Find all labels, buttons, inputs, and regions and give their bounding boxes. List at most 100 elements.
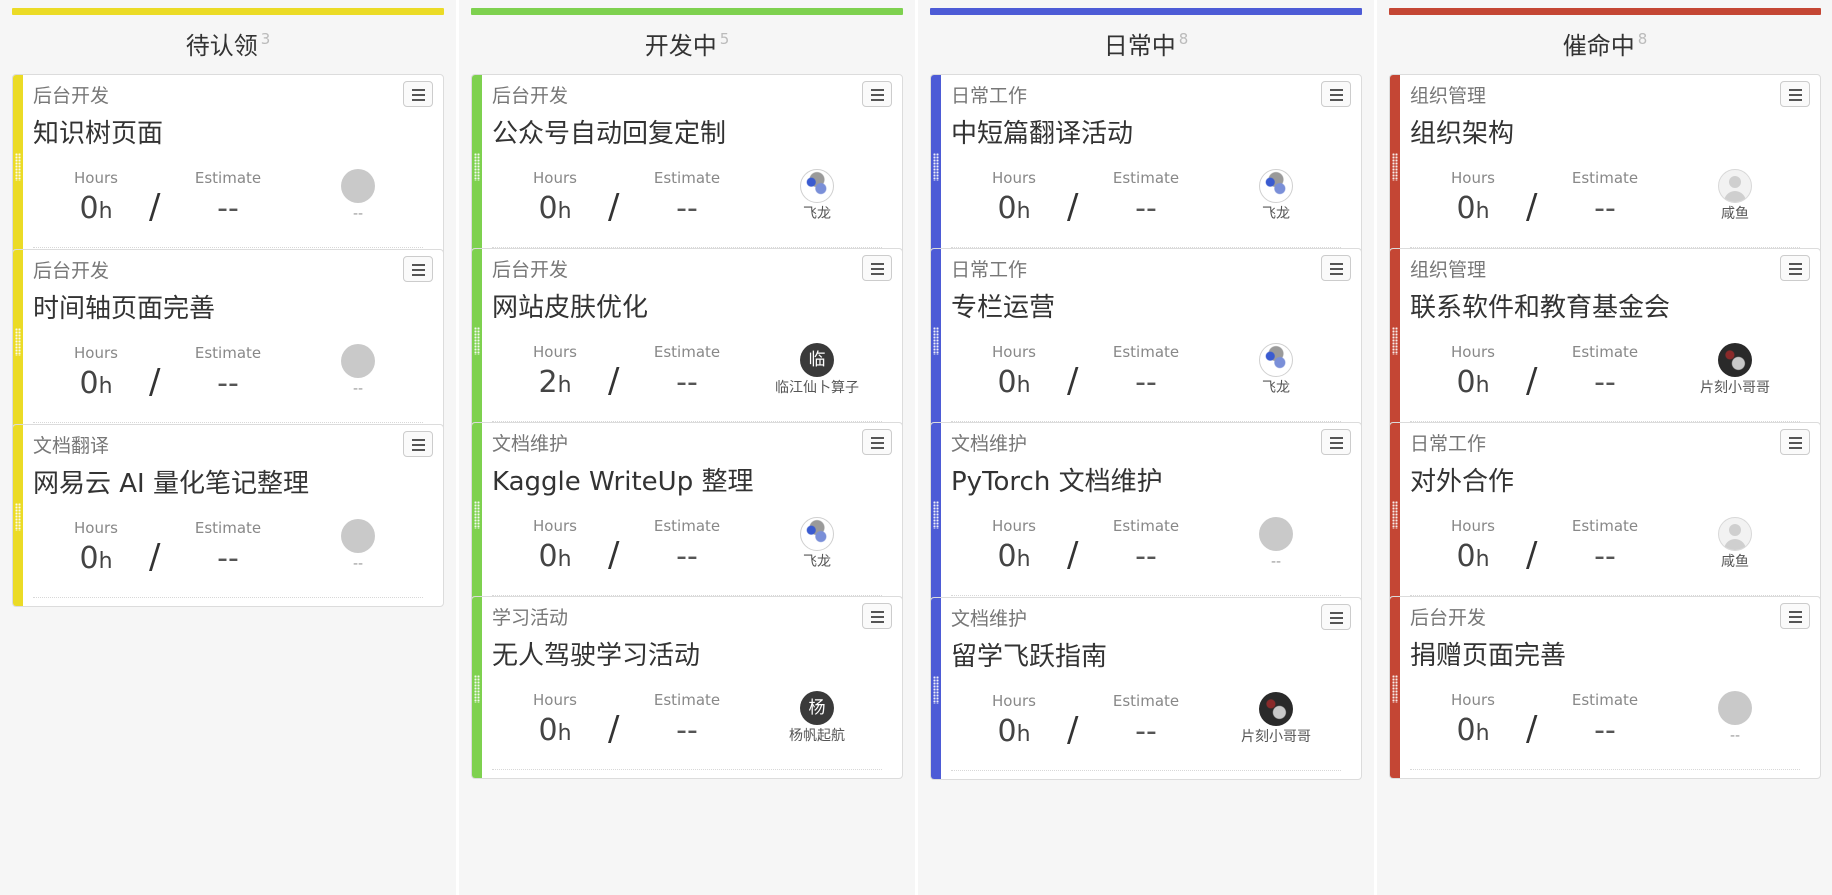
- card-title[interactable]: 时间轴页面完善: [33, 292, 393, 326]
- drag-handle-icon[interactable]: [933, 501, 939, 529]
- assignee[interactable]: 飞龙: [1201, 169, 1351, 225]
- assignee[interactable]: --: [283, 169, 433, 225]
- hamburger-menu-icon[interactable]: [1321, 81, 1351, 107]
- task-card[interactable]: 后台开发 时间轴页面完善 Hours Estimate 0h / -- --: [12, 249, 444, 432]
- hamburger-menu-icon[interactable]: [1780, 603, 1810, 629]
- kanban-board: 待认领 3 后台开发 知识树页面 Hours Estimate 0h / -- -…: [0, 0, 1832, 895]
- card-title[interactable]: 网易云 AI 量化笔记整理: [33, 467, 393, 501]
- card-divider: [951, 595, 1341, 596]
- assignee[interactable]: --: [283, 344, 433, 400]
- hours-separator: /: [149, 537, 161, 577]
- assignee-name: 飞龙: [1262, 206, 1290, 222]
- hours-separator: /: [1526, 709, 1538, 749]
- card-title[interactable]: 专栏运营: [951, 291, 1311, 325]
- task-card[interactable]: 学习活动 无人驾驶学习活动 Hours Estimate 0h / -- 杨 杨…: [471, 596, 903, 779]
- card-title[interactable]: 中短篇翻译活动: [951, 117, 1311, 151]
- hours-number: 0: [79, 366, 99, 401]
- hamburger-menu-icon[interactable]: [862, 81, 892, 107]
- assignee[interactable]: 咸鱼: [1660, 517, 1810, 573]
- assignee[interactable]: --: [1201, 517, 1351, 573]
- blank-avatar: [341, 169, 375, 203]
- drag-handle-icon[interactable]: [474, 501, 480, 529]
- card-title[interactable]: 无人驾驶学习活动: [492, 639, 852, 673]
- assignee[interactable]: 杨 杨帆起航: [742, 691, 892, 747]
- hours-label: Hours: [1451, 691, 1495, 709]
- task-card[interactable]: 文档维护 留学飞跃指南 Hours Estimate 0h / -- 片刻小哥哥: [930, 597, 1362, 780]
- task-card[interactable]: 文档维护 Kaggle WriteUp 整理 Hours Estimate 0h…: [471, 422, 903, 605]
- task-card[interactable]: 后台开发 网站皮肤优化 Hours Estimate 2h / -- 临 临江仙…: [471, 248, 903, 431]
- task-card[interactable]: 日常工作 中短篇翻译活动 Hours Estimate 0h / -- 飞龙: [930, 74, 1362, 257]
- card-title[interactable]: 联系软件和教育基金会: [1410, 291, 1770, 325]
- hamburger-menu-icon[interactable]: [1321, 429, 1351, 455]
- card-title[interactable]: 组织架构: [1410, 117, 1770, 151]
- task-card[interactable]: 日常工作 对外合作 Hours Estimate 0h / -- 咸鱼: [1389, 422, 1821, 605]
- task-card[interactable]: 文档翻译 网易云 AI 量化笔记整理 Hours Estimate 0h / -…: [12, 424, 444, 607]
- card-category: 文档维护: [951, 433, 1028, 455]
- task-card[interactable]: 日常工作 专栏运营 Hours Estimate 0h / -- 飞龙: [930, 248, 1362, 431]
- estimate-value: --: [217, 366, 239, 401]
- drag-handle-icon[interactable]: [474, 327, 480, 355]
- assignee[interactable]: 飞龙: [742, 517, 892, 573]
- hamburger-menu-icon[interactable]: [1321, 255, 1351, 281]
- card-category: 后台开发: [492, 259, 569, 281]
- drag-handle-icon[interactable]: [474, 153, 480, 181]
- drag-handle-icon[interactable]: [933, 327, 939, 355]
- card-title[interactable]: Kaggle WriteUp 整理: [492, 465, 852, 499]
- assignee[interactable]: --: [283, 519, 433, 575]
- card-color-stripe: [1390, 249, 1400, 430]
- drag-handle-icon[interactable]: [1392, 153, 1398, 181]
- hamburger-menu-icon[interactable]: [1780, 429, 1810, 455]
- hamburger-menu-icon[interactable]: [1321, 604, 1351, 630]
- hours-value: 0h: [61, 539, 131, 582]
- assignee[interactable]: 咸鱼: [1660, 169, 1810, 225]
- card-title[interactable]: 知识树页面: [33, 117, 393, 151]
- photo-avatar: [1259, 692, 1293, 726]
- drag-handle-icon[interactable]: [474, 675, 480, 703]
- card-title[interactable]: 对外合作: [1410, 465, 1770, 499]
- card-title[interactable]: 捐赠页面完善: [1410, 639, 1770, 673]
- task-card[interactable]: 组织管理 组织架构 Hours Estimate 0h / -- 咸鱼: [1389, 74, 1821, 257]
- hamburger-menu-icon[interactable]: [862, 603, 892, 629]
- hamburger-menu-icon[interactable]: [862, 255, 892, 281]
- initial-avatar: 临: [800, 343, 834, 377]
- assignee[interactable]: 飞龙: [742, 169, 892, 225]
- task-card[interactable]: 组织管理 联系软件和教育基金会 Hours Estimate 0h / -- 片…: [1389, 248, 1821, 431]
- hamburger-menu-icon[interactable]: [403, 431, 433, 457]
- hours-unit: h: [1475, 547, 1490, 572]
- drag-handle-icon[interactable]: [1392, 675, 1398, 703]
- hamburger-menu-icon[interactable]: [403, 256, 433, 282]
- estimate-value: --: [217, 191, 239, 226]
- hours-label: Hours: [992, 343, 1036, 361]
- hamburger-menu-icon[interactable]: [862, 429, 892, 455]
- card-title[interactable]: PyTorch 文档维护: [951, 465, 1311, 499]
- card-title[interactable]: 网站皮肤优化: [492, 291, 852, 325]
- card-color-stripe: [931, 249, 941, 430]
- card-category: 文档维护: [951, 608, 1028, 630]
- assignee[interactable]: 片刻小哥哥: [1660, 343, 1810, 399]
- drag-handle-icon[interactable]: [1392, 327, 1398, 355]
- column-header: 开发中 5: [459, 22, 915, 63]
- assignee[interactable]: --: [1660, 691, 1810, 747]
- hamburger-menu-icon[interactable]: [1780, 81, 1810, 107]
- hamburger-menu-icon[interactable]: [1780, 255, 1810, 281]
- drag-handle-icon[interactable]: [933, 153, 939, 181]
- card-title[interactable]: 公众号自动回复定制: [492, 117, 852, 151]
- card-title[interactable]: 留学飞跃指南: [951, 640, 1311, 674]
- hamburger-menu-icon[interactable]: [403, 81, 433, 107]
- assignee[interactable]: 飞龙: [1201, 343, 1351, 399]
- task-card[interactable]: 后台开发 捐赠页面完善 Hours Estimate 0h / -- --: [1389, 596, 1821, 779]
- drag-handle-icon[interactable]: [15, 328, 21, 356]
- task-card[interactable]: 后台开发 知识树页面 Hours Estimate 0h / -- --: [12, 74, 444, 257]
- hours-number: 0: [997, 365, 1017, 400]
- task-card[interactable]: 文档维护 PyTorch 文档维护 Hours Estimate 0h / --…: [930, 422, 1362, 605]
- hours-number: 0: [1456, 191, 1476, 226]
- drag-handle-icon[interactable]: [1392, 501, 1398, 529]
- assignee[interactable]: 片刻小哥哥: [1201, 692, 1351, 748]
- drag-handle-icon[interactable]: [933, 676, 939, 704]
- estimate-value: --: [1594, 539, 1616, 574]
- drag-handle-icon[interactable]: [15, 503, 21, 531]
- task-card[interactable]: 后台开发 公众号自动回复定制 Hours Estimate 0h / -- 飞龙: [471, 74, 903, 257]
- drag-handle-icon[interactable]: [15, 153, 21, 181]
- card-divider: [33, 247, 423, 248]
- assignee[interactable]: 临 临江仙卜算子: [742, 343, 892, 399]
